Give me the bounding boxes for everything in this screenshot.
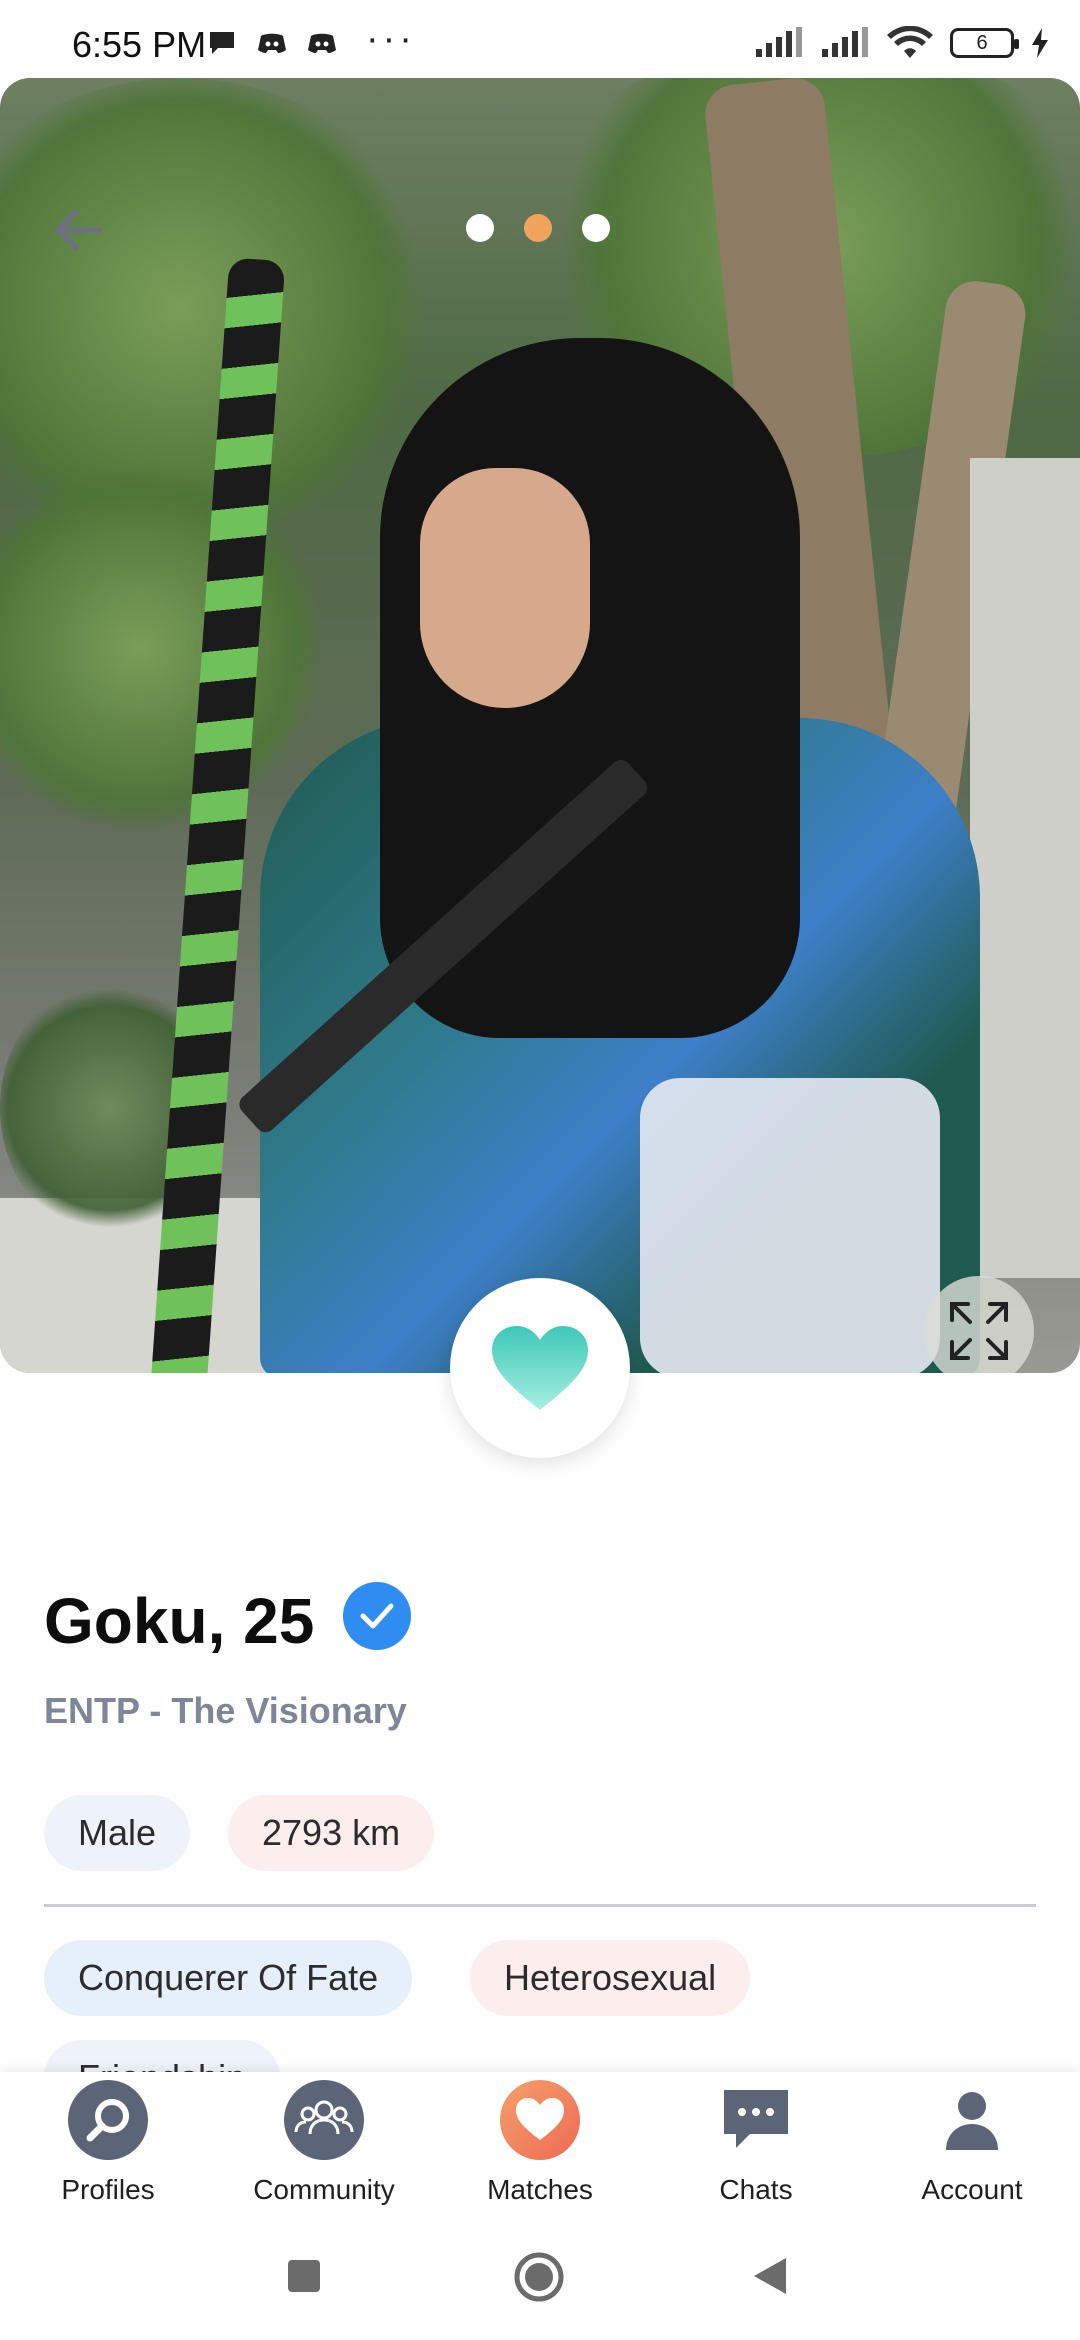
recents-icon[interactable]: [286, 2258, 322, 2294]
pager-dot-active[interactable]: [524, 214, 552, 242]
expand-photo-button[interactable]: [924, 1276, 1034, 1373]
wall: [970, 458, 1080, 1278]
tag-chip: Conquerer Of Fate: [44, 1940, 413, 2016]
discord-icon-2: [308, 33, 336, 53]
divider: [44, 1904, 1036, 1907]
home-icon[interactable]: [512, 2250, 566, 2304]
nav-label: Account: [921, 2174, 1023, 2205]
chat-icon: [716, 2080, 796, 2160]
nav-chats[interactable]: Chats: [656, 2080, 856, 2206]
nav-account[interactable]: Account: [872, 2080, 1072, 2206]
heart-icon: [492, 1326, 588, 1410]
battery-icon: 6: [950, 28, 1019, 58]
personality-type: ENTP - The Visionary: [44, 1690, 407, 1731]
costume-detail: [640, 1078, 940, 1373]
profile-name: Goku, 25: [44, 1585, 315, 1657]
like-button[interactable]: [450, 1278, 630, 1458]
checkmark-icon: [360, 1603, 394, 1629]
group-icon: [284, 2080, 364, 2160]
profile-screen: 6:55 PM ··· 6 Goku, 25 ENTP - The Vision…: [0, 0, 1080, 2340]
wifi-icon: [887, 26, 933, 58]
signal-icon: [756, 27, 802, 57]
person-icon: [932, 2080, 1012, 2160]
search-icon: [68, 2080, 148, 2160]
nav-matches[interactable]: Matches: [440, 2080, 640, 2206]
gender-chip: Male: [44, 1795, 191, 1871]
status-bar: 6:55 PM ··· 6: [0, 0, 1080, 78]
system-indicators: 6: [754, 26, 1050, 60]
more-notifications-icon: ···: [366, 18, 416, 60]
nav-label: Matches: [487, 2174, 593, 2205]
nav-label: Community: [253, 2174, 395, 2205]
nav-label: Chats: [719, 2174, 793, 2205]
notification-icons: [206, 28, 338, 58]
bottom-navigation: Profiles Community Matches Chats Account: [0, 2072, 1080, 2212]
back-icon[interactable]: [752, 2256, 788, 2296]
profile-photo[interactable]: [0, 78, 1080, 1373]
charging-icon: [1032, 28, 1048, 58]
pager-dot[interactable]: [582, 214, 610, 242]
signal-icon-2: [822, 27, 868, 57]
nav-profiles[interactable]: Profiles: [8, 2080, 208, 2206]
heart-icon: [500, 2080, 580, 2160]
nav-community[interactable]: Community: [224, 2080, 424, 2206]
pager-dot[interactable]: [466, 214, 494, 242]
back-arrow-icon[interactable]: [50, 206, 106, 254]
face: [420, 468, 590, 708]
system-navigation-bar: [0, 2212, 1080, 2340]
distance-chip: 2793 km: [228, 1795, 435, 1871]
expand-icon: [950, 1302, 1008, 1360]
nav-label: Profiles: [61, 2174, 155, 2205]
message-icon: [210, 32, 234, 54]
photo-pager: [466, 214, 610, 242]
tag-chip: Heterosexual: [470, 1940, 751, 2016]
discord-icon: [258, 33, 286, 53]
status-time: 6:55 PM: [72, 24, 207, 65]
verified-badge: [343, 1582, 411, 1650]
